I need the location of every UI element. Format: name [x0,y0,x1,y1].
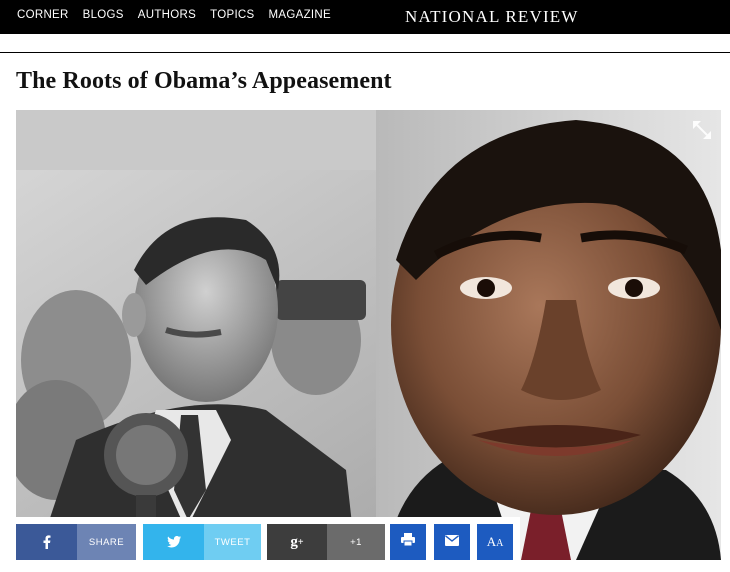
article-title: The Roots of Obama’s Appeasement [16,68,392,94]
facebook-share-button[interactable]: SHARE [16,524,136,560]
section-nav: CORNER BLOGS AUTHORS TOPICS MAGAZINE [17,9,345,21]
facebook-share-label: SHARE [77,524,136,560]
email-icon [445,533,459,551]
header-divider [0,52,730,53]
nav-magazine[interactable]: MAGAZINE [269,9,331,21]
font-size-button[interactable]: AA [477,524,513,560]
twitter-share-label: TWEET [204,524,261,560]
print-icon [401,533,415,551]
email-button[interactable] [434,524,470,560]
article-hero-image [16,110,721,560]
nav-blogs[interactable]: BLOGS [83,9,124,21]
twitter-share-button[interactable]: TWEET [143,524,261,560]
expand-icon[interactable] [691,119,713,141]
top-navigation-bar: CORNER BLOGS AUTHORS TOPICS MAGAZINE NAT… [0,0,730,34]
google-plus-label: +1 [327,524,385,560]
print-button[interactable] [390,524,426,560]
font-size-icon: AA [486,534,504,549]
google-plus-share-button[interactable]: g + +1 [267,524,385,560]
facebook-icon [16,524,77,560]
nav-authors[interactable]: AUTHORS [138,9,196,21]
hero-photo-illustration [16,110,721,560]
google-plus-icon: g + [267,524,327,560]
nav-topics[interactable]: TOPICS [210,9,254,21]
site-logo[interactable]: NATIONAL REVIEW [405,7,579,27]
social-share-bar: SHARE TWEET g + +1 AA [16,517,520,560]
twitter-icon [143,524,204,560]
nav-corner[interactable]: CORNER [17,9,69,21]
